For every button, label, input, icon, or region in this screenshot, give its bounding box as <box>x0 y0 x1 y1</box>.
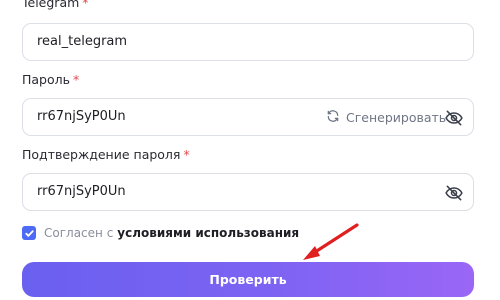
password-confirm-field[interactable]: rr67njSyP0Un <box>22 173 474 211</box>
toggle-password-visibility[interactable] <box>444 108 464 128</box>
refresh-icon <box>326 109 340 126</box>
required-mark: * <box>82 0 89 10</box>
check-icon <box>24 224 35 243</box>
terms-link[interactable]: условиями использования <box>117 226 299 240</box>
required-mark: * <box>183 147 190 162</box>
agreement-checkbox[interactable] <box>22 226 36 240</box>
eye-off-icon <box>444 110 464 132</box>
telegram-label: Telegram * <box>22 0 89 11</box>
password-value: rr67njSyP0Un <box>37 109 126 124</box>
telegram-field[interactable]: real_telegram <box>22 23 474 61</box>
telegram-label-text: Telegram <box>22 0 80 10</box>
password-confirm-label-text: Подтверждение пароля <box>22 147 181 162</box>
password-label: Пароль * <box>22 72 79 88</box>
verify-button-label: Проверить <box>209 272 287 287</box>
agreement-row: Согласен с условиями использования <box>22 224 299 242</box>
generate-password-label: Сгенерировать <box>346 109 447 125</box>
password-label-text: Пароль <box>22 72 70 87</box>
telegram-value: real_telegram <box>37 34 128 49</box>
verify-button[interactable]: Проверить <box>22 262 474 297</box>
generate-password-button[interactable]: Сгенерировать <box>326 108 446 126</box>
password-field[interactable]: rr67njSyP0Un Сгенерировать <box>22 98 474 136</box>
password-confirm-label: Подтверждение пароля * <box>22 147 190 163</box>
annotation-arrow-icon <box>303 223 359 260</box>
eye-off-icon <box>444 185 464 207</box>
password-confirm-value: rr67njSyP0Un <box>37 184 126 199</box>
agreement-text: Согласен с <box>44 226 114 240</box>
toggle-confirm-visibility[interactable] <box>444 183 464 203</box>
required-mark: * <box>73 72 80 87</box>
